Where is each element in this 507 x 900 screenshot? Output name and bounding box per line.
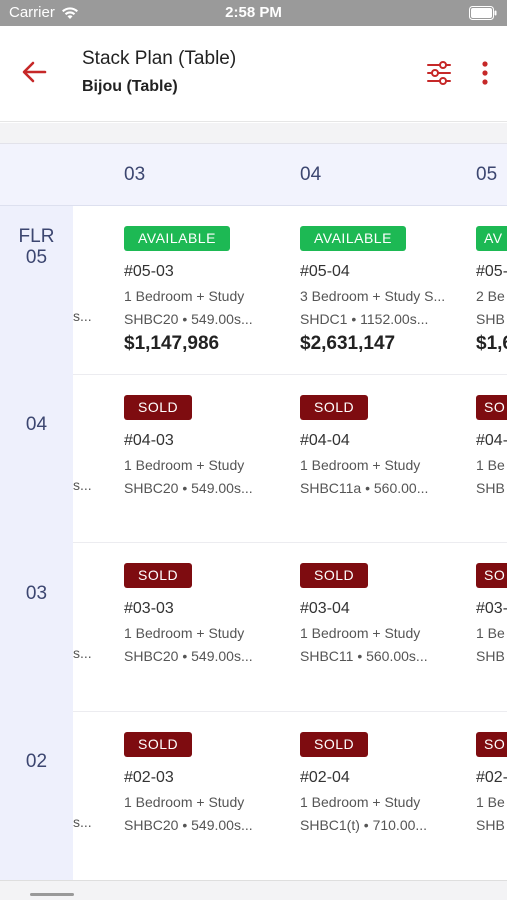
partial-cell-text: s...	[73, 814, 92, 830]
unit-meta: SHB	[476, 311, 505, 327]
unit-cell[interactable]: AVAILABLE #05-03 1 Bedroom + Study SHBC2…	[124, 226, 294, 394]
status-badge: SO	[476, 563, 507, 588]
floor-column: FLR 05 04 03 02	[0, 206, 73, 880]
unit-type: 1 Bedroom + Study	[300, 794, 421, 810]
status-badge: SOLD	[300, 563, 369, 588]
status-badge: SOLD	[124, 732, 193, 757]
filter-sliders-icon[interactable]	[424, 58, 454, 88]
unit-type: 1 Be	[476, 794, 505, 810]
unit-meta: SHB	[476, 648, 505, 664]
column-header: 03	[124, 164, 146, 185]
unit-meta: SHB	[476, 817, 505, 833]
app-bar: Stack Plan (Table) Bijou (Table)	[0, 26, 507, 122]
unit-meta: SHB	[476, 480, 505, 496]
page-subtitle: Bijou (Table)	[82, 78, 178, 95]
unit-number: #04-	[476, 432, 507, 449]
unit-price: $1,6	[476, 333, 507, 354]
unit-cell[interactable]: SOLD #04-03 1 Bedroom + Study SHBC20 • 5…	[124, 395, 294, 563]
status-badge: SOLD	[124, 395, 193, 420]
unit-price: $1,147,986	[124, 333, 220, 354]
bottom-bar	[0, 880, 507, 900]
unit-number: #02-04	[300, 769, 350, 786]
unit-price: $2,631,147	[300, 333, 396, 354]
column-header-row: 03 04 05	[0, 144, 507, 206]
more-vertical-icon[interactable]	[475, 58, 495, 88]
unit-cell[interactable]: SO #04- 1 Be SHB	[476, 395, 507, 563]
unit-meta: SHBC20 • 549.00s...	[124, 648, 253, 664]
status-badge: SOLD	[300, 732, 369, 757]
floor-label: 03	[25, 583, 48, 604]
unit-type: 1 Be	[476, 625, 505, 641]
unit-number: #04-04	[300, 432, 350, 449]
unit-meta: SHBC20 • 549.00s...	[124, 817, 253, 833]
unit-type: 1 Bedroom + Study	[300, 457, 421, 473]
status-badge: AV	[476, 226, 507, 251]
unit-number: #04-03	[124, 432, 174, 449]
unit-cell[interactable]: SOLD #04-04 1 Bedroom + Study SHBC11a • …	[300, 395, 470, 563]
column-header: 05	[476, 164, 498, 185]
unit-number: #05-04	[300, 263, 350, 280]
unit-type: 1 Bedroom + Study	[124, 625, 245, 641]
unit-meta: SHBC1(t) • 710.00...	[300, 817, 428, 833]
unit-number: #03-04	[300, 600, 350, 617]
unit-cell[interactable]: SO #02- 1 Be SHB	[476, 732, 507, 880]
unit-meta: SHBC20 • 549.00s...	[124, 480, 253, 496]
unit-meta: SHBC11 • 560.00s...	[300, 648, 428, 664]
floor-label: FLR 05	[18, 226, 55, 268]
unit-type: 1 Be	[476, 457, 505, 473]
page-title: Stack Plan (Table)	[82, 48, 237, 69]
stack-plan-table[interactable]: 03 04 05 FLR 05 04 03 02 s... s... s... …	[0, 144, 507, 880]
unit-number: #02-03	[124, 769, 174, 786]
partial-cell-text: s...	[73, 477, 92, 493]
unit-cell[interactable]: AV #05- 2 Be SHB $1,6	[476, 226, 507, 394]
unit-number: #05-03	[124, 263, 174, 280]
unit-type: 2 Be	[476, 288, 505, 304]
unit-number: #02-	[476, 769, 507, 786]
back-arrow-icon[interactable]	[18, 56, 50, 88]
unit-type: 1 Bedroom + Study	[124, 288, 245, 304]
unit-type: 1 Bedroom + Study	[124, 794, 245, 810]
floor-label: 04	[25, 414, 48, 435]
unit-cell[interactable]: AVAILABLE #05-04 3 Bedroom + Study S... …	[300, 226, 470, 394]
unit-type: 3 Bedroom + Study S...	[300, 288, 446, 304]
unit-number: #05-	[476, 263, 507, 280]
unit-number: #03-03	[124, 600, 174, 617]
unit-cell[interactable]: SOLD #03-04 1 Bedroom + Study SHBC11 • 5…	[300, 563, 470, 731]
unit-type: 1 Bedroom + Study	[300, 625, 421, 641]
status-badge: SOLD	[300, 395, 369, 420]
unit-cell[interactable]: SOLD #03-03 1 Bedroom + Study SHBC20 • 5…	[124, 563, 294, 731]
column-header: 04	[300, 164, 322, 185]
unit-type: 1 Bedroom + Study	[124, 457, 245, 473]
unit-cell[interactable]: SO #03- 1 Be SHB	[476, 563, 507, 731]
status-badge: SO	[476, 395, 507, 420]
battery-icon	[469, 6, 497, 20]
divider	[0, 123, 507, 144]
unit-meta: SHDC1 • 1152.00s...	[300, 311, 429, 327]
unit-number: #03-	[476, 600, 507, 617]
partial-cell-text: s...	[73, 645, 92, 661]
unit-meta: SHBC20 • 549.00s...	[124, 311, 253, 327]
clock: 2:58 PM	[225, 4, 282, 21]
status-badge: AVAILABLE	[124, 226, 230, 251]
unit-cell[interactable]: SOLD #02-04 1 Bedroom + Study SHBC1(t) •…	[300, 732, 470, 880]
status-badge: AVAILABLE	[300, 226, 406, 251]
status-badge: SOLD	[124, 563, 193, 588]
floor-label: 02	[25, 751, 48, 772]
partial-cell-text: s...	[73, 308, 92, 324]
unit-meta: SHBC11a • 560.00...	[300, 480, 429, 496]
status-bar: Carrier 2:58 PM	[0, 0, 507, 26]
unit-cell[interactable]: SOLD #02-03 1 Bedroom + Study SHBC20 • 5…	[124, 732, 294, 880]
status-badge: SO	[476, 732, 507, 757]
scroll-indicator[interactable]	[30, 893, 74, 896]
